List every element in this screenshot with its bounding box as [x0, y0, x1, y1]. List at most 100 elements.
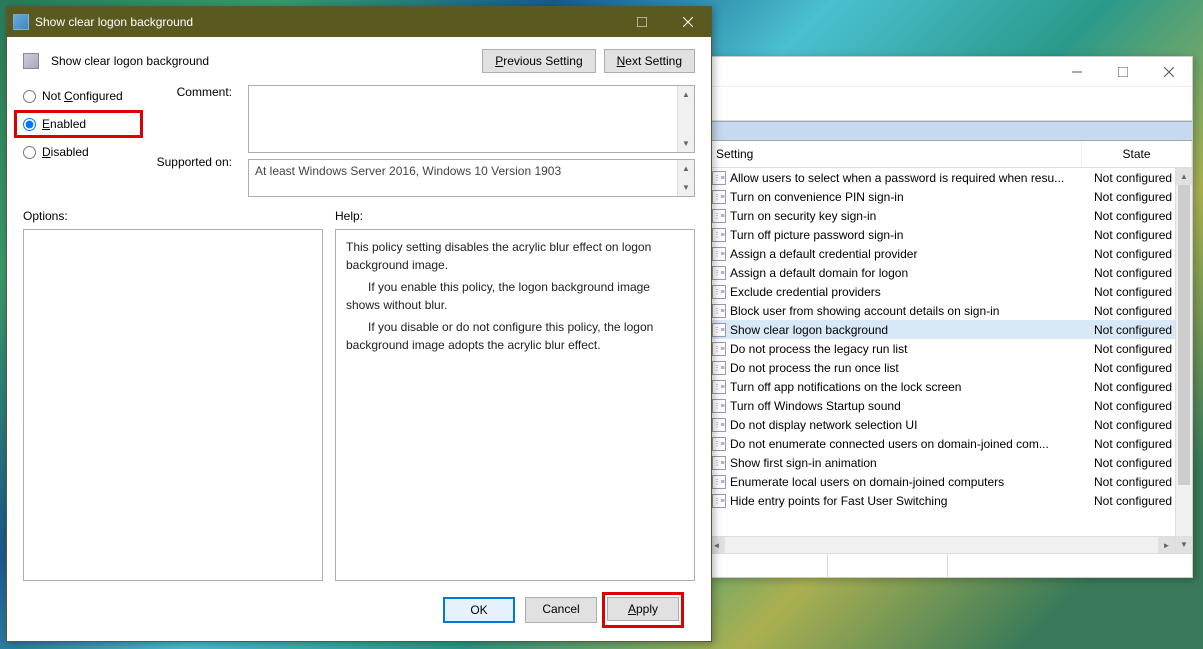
setting-icon: ⋮≡ — [712, 342, 726, 356]
list-item[interactable]: ⋮≡Block user from showing account detail… — [708, 301, 1192, 320]
next-setting-button[interactable]: Next Setting — [604, 49, 695, 73]
setting-state: Not configured — [1088, 190, 1188, 204]
setting-icon: ⋮≡ — [712, 285, 726, 299]
scroll-right-icon[interactable]: ► — [1158, 537, 1175, 553]
help-text: If you enable this policy, the logon bac… — [346, 278, 684, 314]
radio-disabled[interactable]: Disabled — [23, 145, 138, 159]
setting-icon: ⋮≡ — [712, 475, 726, 489]
list-item[interactable]: ⋮≡ Enumerate local users on domain-joined… — [708, 472, 1192, 491]
supported-box: At least Windows Server 2016, Windows 10… — [248, 159, 695, 197]
setting-state: Not configured — [1088, 399, 1188, 413]
setting-icon: ⋮≡ — [712, 228, 726, 242]
radio-not-configured[interactable]: Not Configured — [23, 89, 138, 103]
setting-icon: ⋮≡ — [712, 171, 726, 185]
ok-button[interactable]: OK — [443, 597, 515, 623]
setting-icon: ⋮≡ — [712, 361, 726, 375]
cancel-button[interactable]: Cancel — [525, 597, 597, 623]
scrollbar[interactable]: ▲▼ — [677, 86, 694, 152]
list-item[interactable]: ⋮≡Turn off picture password sign-inNot c… — [708, 225, 1192, 244]
setting-name: Exclude credential providers — [730, 285, 1088, 299]
list-item[interactable]: ⋮≡Assign a default credential providerNo… — [708, 244, 1192, 263]
close-button[interactable] — [665, 7, 711, 37]
radio-enabled[interactable]: Enabled — [19, 115, 138, 133]
radio-disabled-input[interactable] — [23, 146, 36, 159]
horizontal-scrollbar[interactable]: ◄ ► — [708, 536, 1175, 553]
setting-name: Assign a default domain for logon — [730, 266, 1088, 280]
gp-path-bar — [708, 121, 1192, 141]
list-item[interactable]: ⋮≡ Hide entry points for Fast User Switch… — [708, 491, 1192, 510]
setting-name: Do not process the run once list — [730, 361, 1088, 375]
scrollbar[interactable]: ▲▼ — [677, 160, 694, 196]
list-item[interactable]: ⋮≡Show clear logon backgroundNot configu… — [708, 320, 1192, 339]
setting-name: Turn off app notifications on the lock s… — [730, 380, 1088, 394]
comment-textarea[interactable]: ▲▼ — [248, 85, 695, 153]
minimize-button[interactable] — [1054, 57, 1100, 87]
setting-state: Not configured — [1088, 380, 1188, 394]
setting-name: Hide entry points for Fast User Switchin… — [730, 494, 1088, 508]
setting-state: Not configured — [1088, 494, 1188, 508]
scroll-down-icon[interactable]: ▼ — [1176, 536, 1192, 553]
tab-extended[interactable] — [708, 554, 828, 577]
col-setting[interactable]: Setting — [708, 141, 1082, 167]
list-item[interactable]: ⋮≡Do not process the legacy run listNot … — [708, 339, 1192, 358]
list-item[interactable]: ⋮≡ Turn off app notifications on the lock… — [708, 377, 1192, 396]
options-label: Options: — [23, 209, 323, 223]
list-item[interactable]: ⋮≡Do not enumerate connected users on do… — [708, 434, 1192, 453]
maximize-button[interactable] — [619, 7, 665, 37]
maximize-button[interactable] — [1100, 57, 1146, 87]
radio-enabled-input[interactable] — [23, 118, 36, 131]
scroll-up-icon[interactable]: ▲ — [1176, 168, 1192, 185]
setting-name: Block user from showing account details … — [730, 304, 1088, 318]
setting-name: Do not enumerate connected users on doma… — [730, 437, 1088, 451]
setting-icon: ⋮≡ — [712, 247, 726, 261]
previous-setting-button[interactable]: Previous Setting — [482, 49, 595, 73]
setting-icon: ⋮≡ — [712, 266, 726, 280]
setting-icon: ⋮≡ — [712, 399, 726, 413]
setting-state: Not configured — [1088, 418, 1188, 432]
setting-state: Not configured — [1088, 361, 1188, 375]
setting-name: Allow users to select when a password is… — [730, 171, 1088, 185]
list-item[interactable]: ⋮≡ Do not process the run once listNot co… — [708, 358, 1192, 377]
col-state[interactable]: State — [1082, 141, 1192, 167]
dialog-title: Show clear logon background — [35, 15, 619, 29]
radio-not-configured-input[interactable] — [23, 90, 36, 103]
scroll-thumb[interactable] — [1178, 185, 1190, 485]
setting-name: Show first sign-in animation — [730, 456, 1088, 470]
setting-name: Do not display network selection UI — [730, 418, 1088, 432]
radio-enabled-label: Enabled — [42, 117, 86, 131]
radio-not-configured-label: Not Configured — [42, 89, 123, 103]
list-item[interactable]: ⋮≡Assign a default domain for logonNot c… — [708, 263, 1192, 282]
gp-column-header: Setting State — [708, 141, 1192, 168]
setting-icon: ⋮≡ — [712, 190, 726, 204]
setting-name: Enumerate local users on domain-joined c… — [730, 475, 1088, 489]
help-text: This policy setting disables the acrylic… — [346, 238, 684, 274]
close-button[interactable] — [1146, 57, 1192, 87]
gp-tabs — [708, 553, 1192, 577]
list-item[interactable]: ⋮≡Show first sign-in animationNot config… — [708, 453, 1192, 472]
apply-button[interactable]: Apply — [607, 597, 679, 621]
setting-state: Not configured — [1088, 323, 1188, 337]
setting-state: Not configured — [1088, 342, 1188, 356]
setting-icon: ⋮≡ — [712, 456, 726, 470]
setting-state: Not configured — [1088, 437, 1188, 451]
setting-state: Not configured — [1088, 171, 1188, 185]
list-item[interactable]: ⋮≡Turn on security key sign-inNot config… — [708, 206, 1192, 225]
list-item[interactable]: ⋮≡ Exclude credential providersNot config… — [708, 282, 1192, 301]
setting-icon: ⋮≡ — [712, 494, 726, 508]
setting-name: Turn on security key sign-in — [730, 209, 1088, 223]
setting-state: Not configured — [1088, 475, 1188, 489]
setting-icon: ⋮≡ — [712, 380, 726, 394]
policy-dialog: Show clear logon background Show clear l… — [6, 6, 712, 642]
tab-standard[interactable] — [828, 554, 948, 577]
setting-state: Not configured — [1088, 285, 1188, 299]
list-item[interactable]: ⋮≡ Turn on convenience PIN sign-inNot con… — [708, 187, 1192, 206]
list-item[interactable]: ⋮≡Do not display network selection UINot… — [708, 415, 1192, 434]
list-item[interactable]: ⋮≡Turn off Windows Startup soundNot conf… — [708, 396, 1192, 415]
group-policy-window: Setting State ⋮≡ Allow users to select wh… — [707, 56, 1193, 578]
vertical-scrollbar[interactable]: ▲ ▼ — [1175, 168, 1192, 553]
setting-name: Turn on convenience PIN sign-in — [730, 190, 1088, 204]
gp-settings-list[interactable]: ⋮≡ Allow users to select when a password … — [708, 168, 1192, 553]
list-item[interactable]: ⋮≡ Allow users to select when a password … — [708, 168, 1192, 187]
setting-icon: ⋮≡ — [712, 209, 726, 223]
supported-value: At least Windows Server 2016, Windows 10… — [255, 164, 561, 178]
